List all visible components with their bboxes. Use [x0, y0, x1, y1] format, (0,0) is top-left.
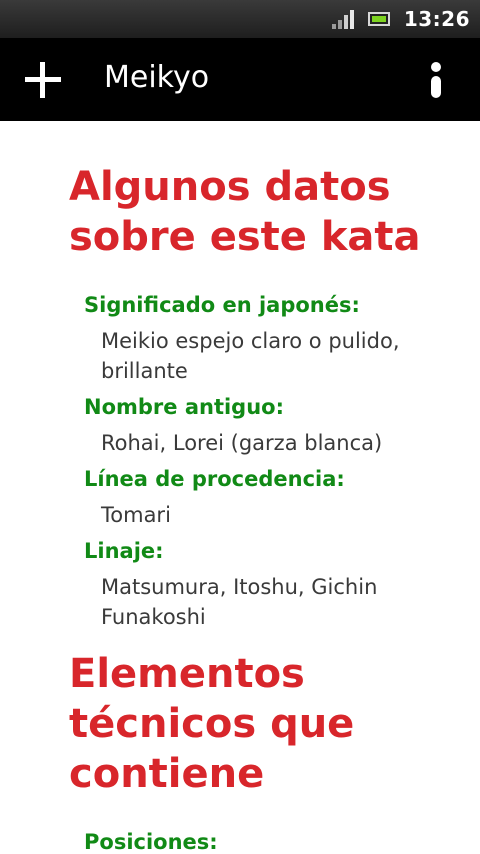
- section-title-data: Algunos datos sobre este kata: [69, 164, 421, 260]
- info-button[interactable]: [420, 56, 452, 102]
- field-value-meaning: Meikio espejo claro o pulido, brillante: [101, 329, 400, 383]
- field-label-origin-line: Línea de procedencia:: [84, 467, 345, 491]
- action-bar: Meikyo: [0, 38, 480, 121]
- app-screen: 13:26 Meikyo Algunos datos sobre este ka…: [0, 0, 480, 854]
- info-icon: [431, 62, 441, 72]
- field-value-origin-line: Tomari: [101, 503, 171, 527]
- info-icon-stem: [431, 76, 441, 98]
- field-value-lineage: Matsumura, Itoshu, Gichin Funakoshi: [101, 575, 378, 629]
- status-time: 13:26: [403, 7, 470, 31]
- field-value-old-name: Rohai, Lorei (garza blanca): [101, 431, 383, 455]
- field-label-positions: Posiciones:: [84, 830, 218, 854]
- app-title: Meikyo: [104, 60, 210, 95]
- battery-icon: [367, 12, 390, 26]
- status-bar: 13:26: [0, 0, 480, 38]
- field-label-old-name: Nombre antiguo:: [84, 395, 284, 419]
- kata-details[interactable]: Algunos datos sobre este kata Significad…: [0, 121, 480, 854]
- field-label-meaning: Significado en japonés:: [84, 293, 360, 317]
- field-label-lineage: Linaje:: [84, 539, 164, 563]
- technique-fields: Posiciones:: [84, 827, 460, 854]
- section-title-techniques: Elementos técnicos que contiene: [69, 651, 355, 797]
- signal-strength-icon: [330, 9, 354, 29]
- kata-data-fields: Significado en japonés: Meikio espejo cl…: [84, 290, 460, 632]
- add-button[interactable]: [20, 58, 66, 104]
